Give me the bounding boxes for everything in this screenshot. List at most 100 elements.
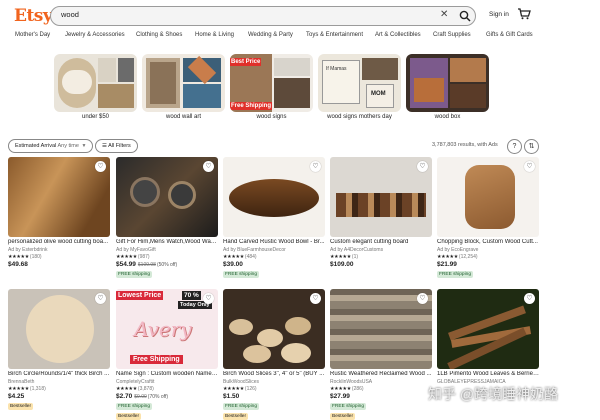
star-rating: ★★★★★(180) [8, 254, 42, 260]
heart-icon[interactable]: ♡ [524, 293, 535, 304]
search-bar[interactable]: wood ✕ [50, 6, 476, 26]
product-price: $49.68 [8, 261, 28, 268]
image-promo-text: Free Shipping [130, 355, 183, 364]
watermark: 知乎 @跨境睡神奶酪 [428, 386, 559, 402]
product-title[interactable]: Chopping Block, Custom Wood Cutt... [437, 239, 539, 245]
search-icon[interactable] [459, 10, 471, 22]
star-rating: ★★★★★(286) [330, 386, 364, 392]
suggestion-label: wood signs mothers day [327, 114, 392, 120]
heart-icon[interactable]: ♡ [417, 161, 428, 172]
heart-icon[interactable]: ♡ [417, 293, 428, 304]
nav-craft[interactable]: Craft Supplies [433, 32, 471, 38]
product-title[interactable]: Gift For Him,Mens Watch,Wood Watc... [116, 239, 218, 245]
heart-icon[interactable]: ♡ [95, 293, 106, 304]
product-title[interactable]: 1LB Pimento Wood Leaves & Berries ... [437, 371, 539, 377]
arrival-value: Any time [57, 143, 79, 149]
heart-icon[interactable]: ♡ [203, 161, 214, 172]
category-nav: Mother's Day Jewelry & Accessories Cloth… [0, 30, 600, 44]
all-filters-label: All Filters [108, 143, 131, 149]
tile-image-text: Best Price [230, 58, 262, 66]
star-rating: ★★★★★(12,254) [437, 254, 478, 260]
heart-icon[interactable]: ♡ [203, 293, 214, 304]
product-price: $2.70 $9.00(70% off) [116, 393, 168, 400]
product-title[interactable]: Custom elegant cutting board [330, 239, 432, 245]
star-rating: ★★★★★(987) [116, 254, 150, 260]
nav-gifts[interactable]: Gifts & Gift Cards [486, 32, 533, 38]
nav-jewelry[interactable]: Jewelry & Accessories [65, 32, 125, 38]
star-rating: ★★★★★(484) [223, 254, 257, 260]
image-name-text: Avery [134, 317, 192, 341]
suggestion-tile-wood-signs-mothers-day[interactable]: If Mamas MOM [318, 54, 401, 112]
suggestion-label: wood box [434, 114, 461, 120]
estimated-arrival-dropdown[interactable]: Estimated Arrival Any time ▼ [8, 139, 94, 153]
chevron-down-icon: ▼ [81, 143, 87, 149]
nav-wedding[interactable]: Wedding & Party [248, 32, 293, 38]
product-seller: Ad by Esterbdrink [8, 247, 48, 253]
nav-art[interactable]: Art & Collectibles [375, 32, 421, 38]
tile-image-text: If Mamas [326, 66, 347, 72]
star-rating: ★★★★★(3,878) [116, 386, 154, 392]
product-title[interactable]: Hand Carved Rustic Wood Bowl - Br... [223, 239, 325, 245]
star-rating: ★★★★★(1,318) [8, 386, 46, 392]
star-rating: ★★★★★(1) [330, 254, 359, 260]
bestseller-badge: Bestseller [223, 413, 249, 420]
all-filters-button[interactable]: ☰ All Filters [95, 139, 138, 153]
product-price: $27.99 [330, 393, 350, 400]
clear-search-icon[interactable]: ✕ [440, 9, 448, 20]
free-shipping-badge: FREE shipping [223, 403, 259, 410]
free-shipping-badge: FREE shipping [116, 403, 152, 410]
image-promo-text: 70 % [182, 291, 201, 300]
product-seller: RocklinWoodsUSA [330, 379, 373, 385]
tile-image-text: Free Shipping [230, 102, 273, 110]
suggestion-tile-under-50[interactable] [54, 54, 137, 112]
product-price: $109.00 [330, 261, 354, 268]
nav-toys[interactable]: Toys & Entertainment [306, 32, 363, 38]
product-title[interactable]: Birch Wood Slices 3", 4" or 5" (BUY ... [223, 371, 325, 377]
product-price: $4.25 [8, 393, 25, 400]
bestseller-badge: Bestseller [8, 403, 34, 410]
arrival-label: Estimated Arrival [15, 143, 57, 149]
bestseller-badge: Bestseller [330, 413, 356, 420]
suggestion-tile-wood-signs[interactable]: Best Price Free Shipping [230, 54, 313, 112]
heart-icon[interactable]: ♡ [524, 161, 535, 172]
product-price: $21.99 [437, 261, 457, 268]
product-title[interactable]: Name Sign : Custom wooden Name ... [116, 371, 218, 377]
tile-image-text: MOM [371, 91, 386, 97]
etsy-logo[interactable]: Etsy [14, 6, 53, 26]
product-seller: Ad by A4DecorCustoms [330, 247, 384, 253]
sort-icon[interactable]: ⇅ [524, 139, 539, 154]
search-input[interactable]: wood [61, 10, 79, 19]
free-shipping-badge: FREE shipping [330, 403, 366, 410]
suggestion-tile-wood-box[interactable] [406, 54, 489, 112]
product-title[interactable]: Birch Circle/Rounds/1/4" thick Birch ... [8, 371, 110, 377]
product-seller: Ad by MyFavoGift [116, 247, 156, 253]
product-title[interactable]: Rustic Weathered Reclaimed Wood ... [330, 371, 432, 377]
results-count: 3,787,803 results, with Ads [432, 142, 498, 148]
suggestion-label: under $50 [81, 114, 110, 120]
suggestion-tile-wood-wall-art[interactable] [142, 54, 225, 112]
product-price: $1.50 [223, 393, 240, 400]
product-seller: BulkWoodSlices [223, 379, 260, 385]
ads-info-icon[interactable]: ? [507, 139, 522, 154]
nav-clothing[interactable]: Clothing & Shoes [136, 32, 182, 38]
heart-icon[interactable]: ♡ [310, 293, 321, 304]
suggestion-label: wood signs [256, 114, 287, 120]
bestseller-badge: Bestseller [116, 413, 142, 420]
heart-icon[interactable]: ♡ [95, 161, 106, 172]
heart-icon[interactable]: ♡ [310, 161, 321, 172]
product-price: $54.99 $109.98(50% off) [116, 261, 178, 268]
sign-in-link[interactable]: Sign in [489, 11, 509, 18]
cart-icon[interactable] [517, 8, 531, 20]
image-promo-text: Lowest Price [116, 291, 164, 300]
product-title[interactable]: personalized olive wood cutting boa... [8, 239, 110, 245]
free-shipping-badge: FREE shipping [437, 271, 473, 278]
nav-mothers-day[interactable]: Mother's Day [15, 32, 50, 38]
filter-icon: ☰ [102, 143, 107, 149]
product-seller: Ad by BlueFarmhouseDecor [223, 247, 286, 253]
star-rating: ★★★★★(126) [223, 386, 257, 392]
product-price: $39.00 [223, 261, 243, 268]
nav-home-living[interactable]: Home & Living [195, 32, 234, 38]
suggestion-label: wood wall art [165, 114, 201, 120]
free-shipping-badge: FREE shipping [116, 271, 152, 278]
product-seller: CompletelyCraftit [116, 379, 155, 385]
